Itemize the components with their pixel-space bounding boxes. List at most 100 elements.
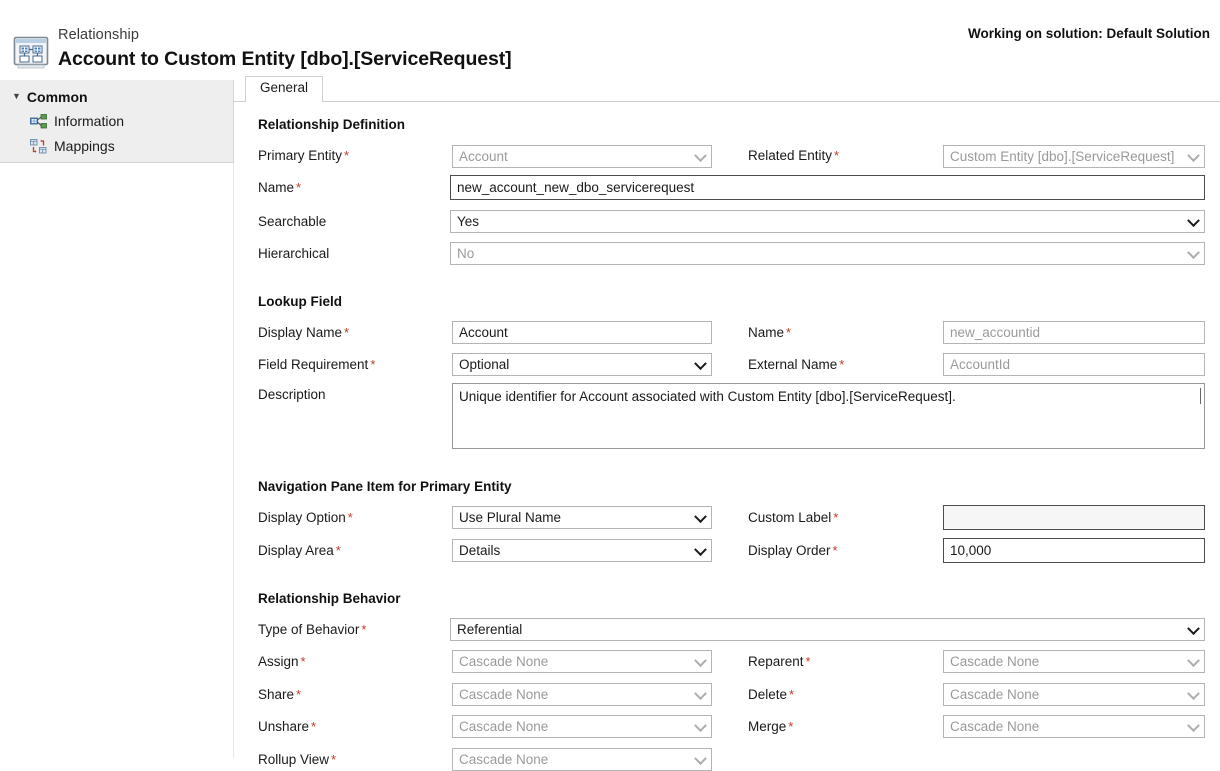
label-primary-entity: Primary Entity * [258,148,350,163]
required-marker: * [361,622,367,637]
label-lookup-name: Name * [748,325,792,340]
type-of-behavior-select[interactable]: Referential [450,618,1205,641]
relationship-entity-icon [13,35,51,70]
custom-label-input[interactable] [943,505,1205,530]
label-external-name: External Name * [748,357,845,372]
chevron-down-icon [694,686,707,700]
chevron-down-icon [694,718,707,732]
label-display-area: Display Area * [258,543,341,558]
page-header: Relationship Account to Custom Entity [d… [0,0,1220,80]
section-title-navigation-pane: Navigation Pane Item for Primary Entity [258,479,512,494]
label-field-requirement: Field Requirement * [258,357,376,372]
chevron-down-icon [1187,213,1200,227]
label-custom-label: Custom Label * [748,510,839,525]
nav-group-label: Common [26,89,88,105]
merge-select[interactable]: Cascade None [943,715,1205,738]
assign-select[interactable]: Cascade None [452,650,712,673]
page-kicker: Relationship [58,27,139,43]
required-marker: * [789,687,795,702]
information-relationship-icon [30,113,47,129]
lookup-name-input[interactable]: new_accountid [943,321,1205,344]
share-select[interactable]: Cascade None [452,683,712,706]
relationship-name-input[interactable]: new_account_new_dbo_servicerequest [450,175,1205,200]
page-title: Account to Custom Entity [dbo].[ServiceR… [58,48,512,70]
label-rollup-view: Rollup View * [258,752,337,767]
rollup-view-select[interactable]: Cascade None [452,748,712,771]
required-marker: * [344,325,350,340]
reparent-select[interactable]: Cascade None [943,650,1205,673]
chevron-down-icon [1187,653,1200,667]
chevron-down-icon [694,751,707,765]
chevron-down-icon [694,509,707,523]
required-marker: * [347,510,353,525]
tab-general[interactable]: General [245,76,324,102]
chevron-down-icon [1187,245,1200,259]
required-marker: * [788,719,794,734]
left-navigation-pane: ▼ Common Information Mappings [0,80,234,163]
required-marker: * [296,687,302,702]
required-marker: * [370,357,376,372]
required-marker: * [805,654,811,669]
label-searchable: Searchable [258,214,327,229]
chevron-down-icon [694,356,707,370]
section-title-relationship-behavior: Relationship Behavior [258,591,401,606]
display-order-input[interactable]: 10,000 [943,538,1205,563]
label-type-of-behavior: Type of Behavior * [258,622,367,637]
required-marker: * [300,654,306,669]
description-textarea[interactable]: Unique identifier for Account associated… [452,383,1205,449]
required-marker: * [296,180,302,195]
chevron-down-icon [1187,148,1200,162]
tab-strip: General [234,76,1220,102]
section-title-lookup-field: Lookup Field [258,294,342,309]
general-tab-panel: Relationship Definition Primary Entity * … [234,102,1220,771]
related-entity-select[interactable]: Custom Entity [dbo].[ServiceRequest] [943,145,1205,168]
mappings-icon [30,138,47,154]
required-marker: * [331,752,337,767]
required-marker: * [839,357,845,372]
label-description: Description [258,387,326,402]
external-name-input[interactable]: AccountId [943,353,1205,376]
lookup-display-name-input[interactable]: Account [452,321,712,344]
required-marker: * [833,510,839,525]
label-unshare: Unshare * [258,719,317,734]
sidebar-item-information[interactable]: Information [30,113,124,129]
primary-entity-select[interactable]: Account [452,145,712,168]
label-merge: Merge * [748,719,794,734]
sidebar-item-information-label: Information [54,113,125,129]
chevron-down-icon [694,148,707,162]
display-option-select[interactable]: Use Plural Name [452,506,712,529]
required-marker: * [335,543,341,558]
field-requirement-select[interactable]: Optional [452,353,712,376]
sidebar-item-mappings-label: Mappings [54,138,115,154]
chevron-down-icon [1187,718,1200,732]
label-hierarchical: Hierarchical [258,246,330,261]
chevron-down-icon [1187,686,1200,700]
hierarchical-select[interactable]: No [450,242,1205,265]
chevron-down-icon [694,653,707,667]
nav-group-common[interactable]: ▼ Common [12,89,88,105]
left-pane-empty-area [0,163,234,758]
label-relationship-name: Name * [258,180,302,195]
label-share: Share * [258,687,302,702]
required-marker: * [786,325,792,340]
delete-select[interactable]: Cascade None [943,683,1205,706]
label-related-entity: Related Entity * [748,148,840,163]
display-area-select[interactable]: Details [452,539,712,562]
page-title-block: Relationship Account to Custom Entity [d… [58,26,512,72]
text-caret [1200,388,1201,404]
required-marker: * [344,148,350,163]
required-marker: * [311,719,317,734]
searchable-select[interactable]: Yes [450,210,1205,233]
label-display-order: Display Order * [748,543,838,558]
sidebar-item-mappings[interactable]: Mappings [30,138,115,154]
label-reparent: Reparent * [748,654,811,669]
label-lookup-display-name: Display Name * [258,325,350,340]
section-title-relationship-definition: Relationship Definition [258,117,405,132]
solution-context-label: Working on solution: Default Solution [968,26,1210,41]
chevron-down-icon: ▼ [12,90,21,101]
required-marker: * [832,543,838,558]
unshare-select[interactable]: Cascade None [452,715,712,738]
label-assign: Assign * [258,654,306,669]
label-delete: Delete * [748,687,795,702]
chevron-down-icon [694,542,707,556]
